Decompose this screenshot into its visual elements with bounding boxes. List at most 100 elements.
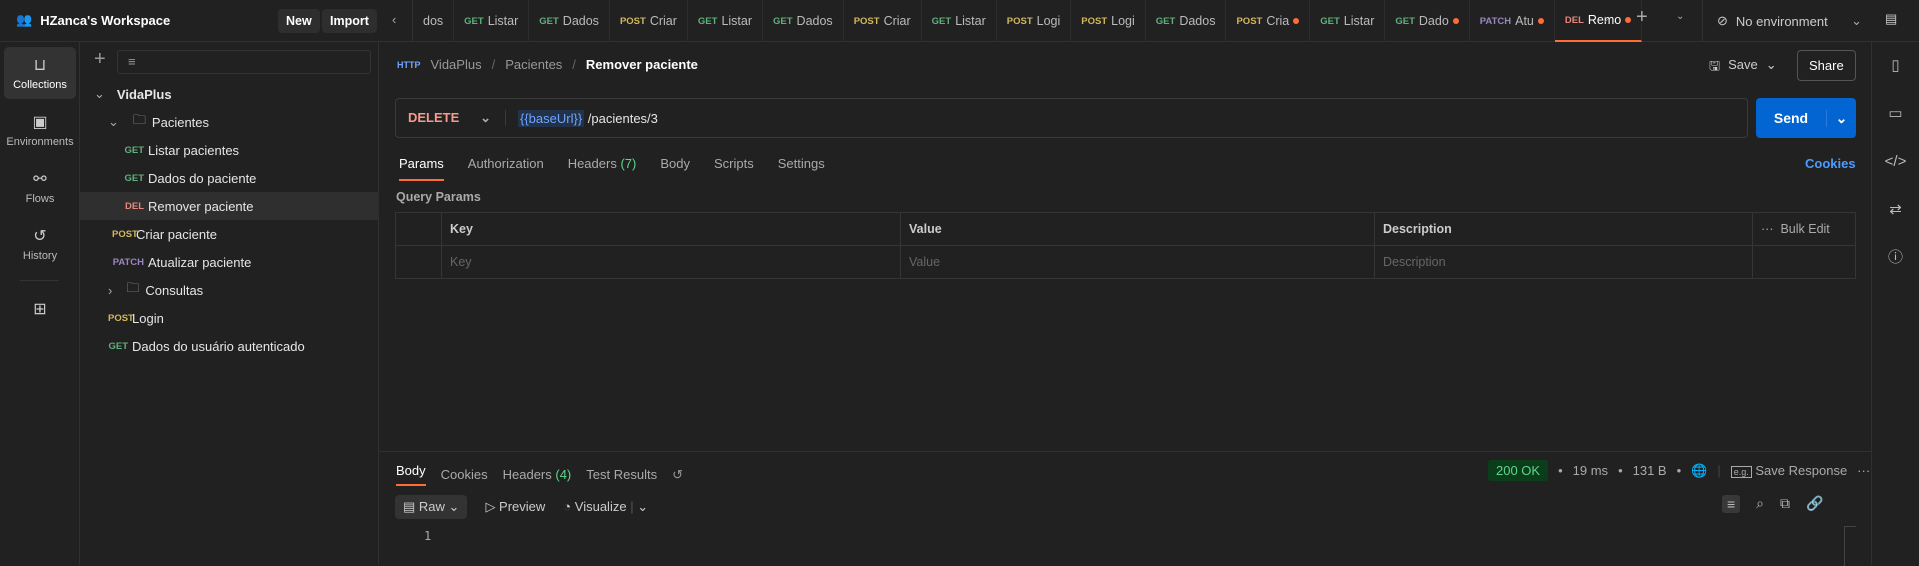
workspace-name[interactable]: 👥 HZanca's Workspace bbox=[16, 12, 170, 28]
chevron-down-icon: ⌄ bbox=[1765, 57, 1777, 72]
request-tab[interactable]: GET Dados bbox=[763, 0, 844, 42]
request-tab[interactable]: POST Cria bbox=[1226, 0, 1311, 42]
method-select[interactable]: DELETE ⌄ bbox=[396, 110, 506, 126]
tab-params[interactable]: Params bbox=[399, 156, 444, 181]
save-response-button[interactable]: e.g. Save Response bbox=[1730, 463, 1847, 478]
rail-environments[interactable]: ▣ Environments bbox=[4, 104, 76, 156]
scrollbar[interactable] bbox=[1844, 526, 1856, 566]
tab-body[interactable]: Body bbox=[660, 156, 690, 181]
request-tab[interactable]: GET Listar bbox=[688, 0, 764, 42]
environment-quick-look-icon[interactable]: ▤ bbox=[1885, 11, 1897, 27]
description-input[interactable]: Description bbox=[1374, 245, 1753, 279]
request-item[interactable]: POST Criar paciente bbox=[80, 220, 379, 248]
search-icon[interactable]: ⌕ bbox=[1756, 495, 1764, 513]
folder-item[interactable]: › 🗀 Consultas bbox=[80, 276, 379, 304]
tab-authorization[interactable]: Authorization bbox=[468, 156, 544, 181]
status-badge[interactable]: 200 OK bbox=[1488, 460, 1549, 481]
request-item[interactable]: GET Dados do paciente bbox=[80, 164, 379, 192]
request-tab[interactable]: POST Logi bbox=[1071, 0, 1146, 42]
request-tab[interactable]: dos bbox=[413, 0, 455, 42]
tab-settings[interactable]: Settings bbox=[778, 156, 825, 181]
request-tab[interactable]: GET Dados bbox=[1146, 0, 1227, 42]
response-tab-body[interactable]: Body bbox=[396, 463, 426, 486]
wrap-lines-icon[interactable]: ≡ bbox=[1722, 495, 1741, 513]
rail-collections[interactable]: ⊔ Collections bbox=[4, 47, 76, 99]
link-icon[interactable]: 🔗 bbox=[1806, 495, 1823, 513]
request-tab[interactable]: PATCH Atu bbox=[1470, 0, 1555, 42]
folder-item[interactable]: ⌄ 🗀 Pacientes bbox=[80, 108, 379, 136]
response-tab-test-results[interactable]: Test Results bbox=[586, 467, 657, 482]
format-select[interactable]: ▤ Raw ⌄ bbox=[395, 495, 468, 519]
method-badge: POST bbox=[1006, 15, 1033, 27]
response-time[interactable]: 19 ms bbox=[1573, 463, 1608, 478]
more-options-icon[interactable]: ··· bbox=[1857, 463, 1870, 478]
example-icon: e.g. bbox=[1730, 466, 1752, 478]
request-item[interactable]: DEL Remover paciente bbox=[80, 192, 379, 220]
request-item[interactable]: POST Login bbox=[80, 304, 379, 332]
collections-sidebar: + ≡ ⌄ VidaPlus ⌄ 🗀 Pacientes GET Listar pacien… bbox=[80, 42, 379, 565]
filter-icon: ≡ bbox=[128, 54, 136, 69]
request-item[interactable]: PATCH Atualizar paciente bbox=[80, 248, 379, 276]
left-rail: ⊔ Collections ▣ Environments ⚯ Flows ↺ Histo… bbox=[0, 42, 80, 565]
key-input[interactable]: Key bbox=[441, 245, 901, 279]
send-button[interactable]: Send ⌄ bbox=[1756, 98, 1856, 138]
copy-icon[interactable]: ⧉ bbox=[1780, 495, 1790, 513]
environment-selector[interactable]: ⊘ No environment ⌄ bbox=[1702, 0, 1872, 42]
new-tab-icon[interactable]: + bbox=[1636, 6, 1648, 29]
method-badge: POST bbox=[1236, 15, 1263, 27]
request-tab[interactable]: GET Dado bbox=[1385, 0, 1470, 42]
documentation-icon[interactable]: ▯ bbox=[1872, 42, 1919, 90]
share-button[interactable]: Share bbox=[1797, 50, 1856, 81]
rail-flows[interactable]: ⚯ Flows bbox=[4, 161, 76, 213]
save-button[interactable]: 🖫 Save ⌄ bbox=[1709, 57, 1777, 79]
code-icon[interactable]: </> bbox=[1872, 138, 1919, 186]
method-badge: GET bbox=[697, 15, 718, 27]
request-tab[interactable]: GET Listar bbox=[922, 0, 997, 42]
related-collections-icon[interactable]: ⇄ bbox=[1872, 186, 1919, 234]
url-input[interactable]: {{baseUrl}} /pacientes/3 bbox=[506, 109, 658, 127]
rail-add-apps[interactable]: ⊞ bbox=[4, 291, 76, 331]
breadcrumb-collection[interactable]: VidaPlus bbox=[431, 57, 482, 72]
response-tab-cookies[interactable]: Cookies bbox=[441, 467, 488, 482]
row-checkbox[interactable] bbox=[395, 245, 442, 279]
bulk-edit-button[interactable]: ··· Bulk Edit bbox=[1752, 212, 1856, 246]
tabs-scroll-right-icon[interactable]: › bbox=[1604, 11, 1608, 26]
comments-icon[interactable]: ▭ bbox=[1872, 90, 1919, 138]
globe-icon[interactable]: 🌐 bbox=[1691, 463, 1707, 479]
value-input[interactable]: Value bbox=[900, 245, 1375, 279]
response-tab-headers[interactable]: Headers (4) bbox=[503, 467, 572, 482]
method-badge: POST bbox=[112, 228, 138, 240]
collection-tree: ⌄ VidaPlus ⌄ 🗀 Pacientes GET Listar pacientes G… bbox=[80, 80, 379, 360]
response-size[interactable]: 131 B bbox=[1633, 463, 1667, 478]
url-variable[interactable]: {{baseUrl}} bbox=[518, 109, 585, 127]
info-icon[interactable]: ⓘ bbox=[1872, 234, 1919, 282]
tab-headers[interactable]: Headers (7) bbox=[568, 156, 637, 181]
request-tab[interactable]: GET Listar bbox=[454, 0, 530, 42]
cookies-link[interactable]: Cookies bbox=[1805, 156, 1856, 171]
new-button[interactable]: New bbox=[278, 9, 320, 33]
breadcrumb-request[interactable]: Remover paciente bbox=[586, 57, 698, 72]
request-tab[interactable]: GET Dados bbox=[529, 0, 610, 42]
history-icon[interactable]: ↺ bbox=[672, 467, 683, 483]
request-tab[interactable]: DEL Remo bbox=[1554, 0, 1643, 42]
request-tab[interactable]: POST Logi bbox=[997, 0, 1072, 42]
filter-input[interactable]: ≡ bbox=[117, 50, 371, 74]
tabs-scroll-left-icon[interactable]: ‹ bbox=[392, 12, 396, 27]
request-item[interactable]: GET Listar pacientes bbox=[80, 136, 379, 164]
visualize-button[interactable]: ◔ Visualize | ⌄ bbox=[563, 499, 648, 515]
tab-scripts[interactable]: Scripts bbox=[714, 156, 754, 181]
tabs-dropdown-icon[interactable]: ⌄ bbox=[1676, 11, 1684, 22]
query-params-table: Key Value Description ··· Bulk Edit Key Valu… bbox=[395, 212, 1856, 279]
preview-button[interactable]: ▷ Preview bbox=[485, 499, 545, 515]
request-item[interactable]: GET Dados do usuário autenticado bbox=[80, 332, 379, 360]
collection-item[interactable]: ⌄ VidaPlus bbox=[80, 80, 379, 108]
breadcrumb-folder[interactable]: Pacientes bbox=[505, 57, 562, 72]
rail-history[interactable]: ↺ History bbox=[4, 218, 76, 270]
send-options-icon[interactable]: ⌄ bbox=[1826, 109, 1856, 127]
add-icon[interactable]: + bbox=[94, 48, 106, 71]
tab-label: Dado bbox=[1418, 14, 1449, 28]
request-tab[interactable]: GET Listar bbox=[1310, 0, 1386, 42]
request-tab[interactable]: POST Criar bbox=[844, 0, 922, 42]
request-tab[interactable]: POST Criar bbox=[610, 0, 688, 42]
import-button[interactable]: Import bbox=[322, 9, 377, 33]
